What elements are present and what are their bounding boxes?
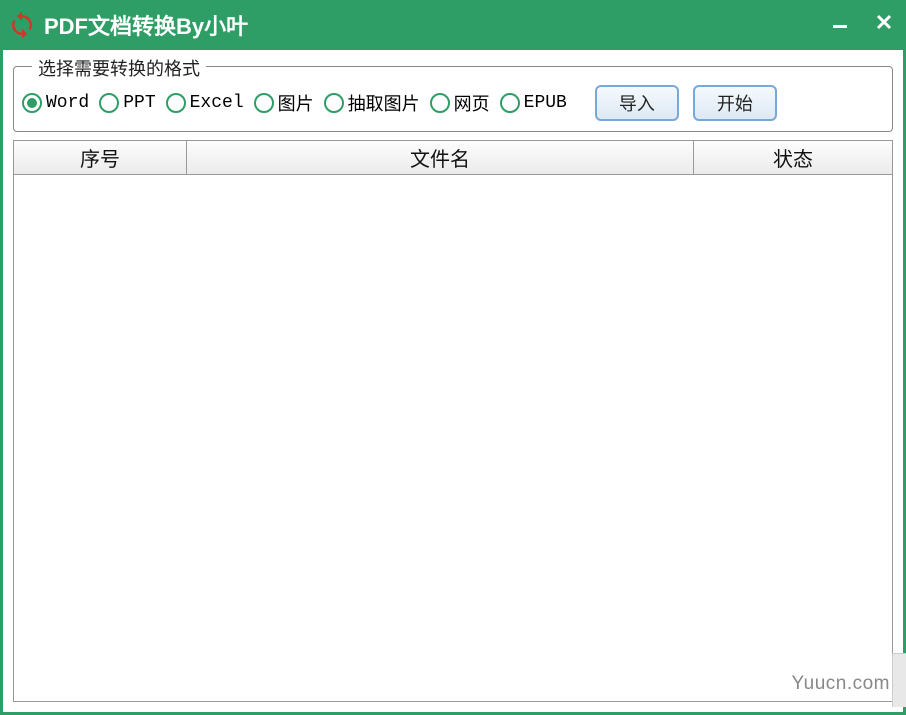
radio-label: 抽取图片: [348, 90, 420, 116]
start-button[interactable]: 开始: [693, 85, 777, 121]
radio-label: Excel: [190, 93, 244, 113]
titlebar: PDF文档转换By小叶: [0, 0, 906, 50]
close-button[interactable]: [872, 10, 896, 34]
import-button[interactable]: 导入: [595, 85, 679, 121]
radio-label: PPT: [123, 93, 155, 113]
app-refresh-icon: [6, 9, 38, 41]
resize-handle[interactable]: [892, 653, 906, 707]
radio-option-ppt[interactable]: PPT: [99, 93, 155, 113]
client-area: 选择需要转换的格式 Word PPT Excel 图片 抽取图片: [0, 50, 906, 715]
radio-option-webpage[interactable]: 网页: [430, 90, 490, 116]
column-header-index[interactable]: 序号: [14, 141, 187, 174]
column-header-status[interactable]: 状态: [694, 141, 892, 174]
table-header: 序号 文件名 状态: [14, 141, 892, 175]
radio-label: 网页: [454, 90, 490, 116]
format-group: 选择需要转换的格式 Word PPT Excel 图片 抽取图片: [13, 66, 893, 132]
radio-icon: [22, 93, 42, 113]
radio-icon: [99, 93, 119, 113]
radio-icon: [324, 93, 344, 113]
radio-icon: [500, 93, 520, 113]
window-controls: [828, 10, 896, 34]
app-title: PDF文档转换By小叶: [44, 9, 248, 41]
radio-icon: [166, 93, 186, 113]
radio-label: Word: [46, 93, 89, 113]
watermark-text: Yuucn.com: [792, 673, 891, 695]
radio-option-excel[interactable]: Excel: [166, 93, 244, 113]
radio-icon: [430, 93, 450, 113]
format-group-legend: 选择需要转换的格式: [32, 55, 206, 81]
radio-icon: [254, 93, 274, 113]
radio-label: 图片: [278, 90, 314, 116]
app-window: PDF文档转换By小叶 选择需要转换的格式 Word PPT: [0, 0, 906, 715]
radio-option-extract-image[interactable]: 抽取图片: [324, 90, 420, 116]
file-table: 序号 文件名 状态: [13, 140, 893, 702]
radio-label: EPUB: [524, 93, 567, 113]
radio-option-image[interactable]: 图片: [254, 90, 314, 116]
table-body: [14, 175, 892, 701]
column-header-filename[interactable]: 文件名: [187, 141, 694, 174]
radio-option-epub[interactable]: EPUB: [500, 93, 567, 113]
minimize-button[interactable]: [828, 10, 852, 34]
radio-option-word[interactable]: Word: [22, 93, 89, 113]
